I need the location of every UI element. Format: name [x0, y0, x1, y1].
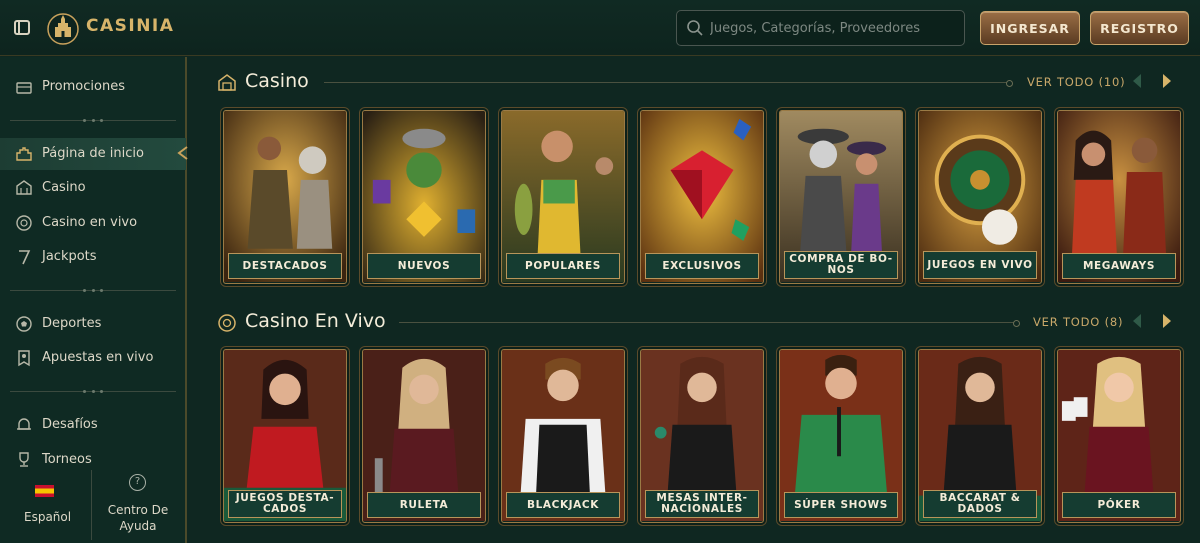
- search-input[interactable]: [710, 12, 958, 44]
- card-label: JUEGOS DESTA-CADOS: [228, 490, 342, 518]
- card-label: RULETA: [367, 492, 481, 518]
- game-category-card[interactable]: MEGAWAYS: [1057, 110, 1181, 284]
- see-all-link[interactable]: VER TODO (8): [1033, 315, 1123, 329]
- card-label: DESTACADOS: [228, 253, 342, 279]
- game-category-card[interactable]: MESAS INTER-NACIONALES: [640, 349, 764, 523]
- game-category-card[interactable]: POPULARES: [501, 110, 625, 284]
- help-icon[interactable]: ?: [129, 474, 146, 491]
- main-content: Casino VER TODO (10) DESTACADOS NUEVOS P…: [190, 57, 1200, 543]
- game-category-card[interactable]: BACCARAT & DADOS: [918, 349, 1042, 523]
- game-category-card[interactable]: NUEVOS: [362, 110, 486, 284]
- section-title: Casino: [245, 70, 309, 92]
- sidebar: Promociones Página de inicio Casino Casi…: [0, 57, 188, 543]
- card-label: MEGAWAYS: [1062, 253, 1176, 279]
- game-category-card[interactable]: SÚPER SHOWS: [779, 349, 903, 523]
- sidebar-item-label: Promociones: [42, 79, 125, 94]
- sidebar-item-label: Torneos: [42, 452, 92, 467]
- spain-flag-icon[interactable]: [35, 485, 54, 497]
- active-indicator-icon: [177, 146, 188, 160]
- sidebar-item-promociones[interactable]: Promociones: [0, 71, 186, 103]
- game-category-card[interactable]: JUEGOS EN VIVO: [918, 110, 1042, 284]
- sidebar-item-label: Página de inicio: [42, 146, 144, 161]
- carousel-next-icon[interactable]: [1160, 313, 1174, 329]
- card-label: BLACKJACK: [506, 492, 620, 518]
- game-category-card[interactable]: COMPRA DE BO-NOS: [779, 110, 903, 284]
- carousel-prev-icon[interactable]: [1130, 73, 1144, 89]
- soccer-ball-icon: [16, 316, 32, 332]
- sidebar-item-jackpots[interactable]: Jackpots: [0, 241, 186, 273]
- sidebar-item-label: Apuestas en vivo: [42, 350, 154, 365]
- casino-icon: [16, 180, 32, 195]
- sidebar-item-label: Jackpots: [42, 249, 97, 264]
- section-divider: [399, 320, 1020, 327]
- live-casino-section-header: Casino En Vivo VER TODO (8): [190, 309, 1200, 339]
- footer-divider: [91, 470, 92, 540]
- sidebar-item-casino[interactable]: Casino: [0, 172, 186, 204]
- carousel-prev-icon[interactable]: [1130, 313, 1144, 329]
- sidebar-item-desafios[interactable]: Desafíos: [0, 409, 186, 441]
- sidebar-divider: [10, 118, 176, 122]
- card-label: COMPRA DE BO-NOS: [784, 251, 898, 279]
- section-title: Casino En Vivo: [245, 310, 386, 332]
- game-category-card[interactable]: DESTACADOS: [223, 110, 347, 284]
- register-button[interactable]: REGISTRO: [1090, 11, 1189, 45]
- card-label: PÓKER: [1062, 492, 1176, 518]
- section-divider: [324, 80, 1013, 87]
- sidebar-item-label: Casino: [42, 180, 86, 195]
- sidebar-item-apuestas-en-vivo[interactable]: Apuestas en vivo: [0, 342, 186, 374]
- top-header: CASINIA INGRESAR REGISTRO: [0, 0, 1200, 56]
- gift-box-icon: [16, 82, 32, 94]
- carousel-next-icon[interactable]: [1160, 73, 1174, 89]
- live-casino-icon: [16, 215, 32, 231]
- game-category-card[interactable]: EXCLUSIVOS: [640, 110, 764, 284]
- bell-icon: [17, 418, 31, 430]
- help-center-link[interactable]: Centro De Ayuda: [100, 502, 176, 534]
- casino-icon: [218, 74, 236, 91]
- card-label: BACCARAT & DADOS: [923, 490, 1037, 518]
- card-label: SÚPER SHOWS: [784, 492, 898, 518]
- sidebar-item-deportes[interactable]: Deportes: [0, 308, 186, 340]
- sidebar-toggle-icon[interactable]: [14, 20, 30, 35]
- card-label: POPULARES: [506, 253, 620, 279]
- search-icon: [687, 20, 703, 36]
- card-label: JUEGOS EN VIVO: [923, 251, 1037, 279]
- seven-icon: [19, 250, 31, 265]
- language-selector[interactable]: Español: [24, 510, 71, 524]
- live-bet-icon: [18, 350, 30, 367]
- sidebar-divider: [10, 389, 176, 393]
- sidebar-item-torneos[interactable]: Torneos: [0, 444, 186, 476]
- brand-logo-text[interactable]: CASINIA: [86, 16, 174, 36]
- sidebar-item-pagina-de-inicio[interactable]: Página de inicio: [0, 138, 186, 170]
- game-category-card[interactable]: BLACKJACK: [501, 349, 625, 523]
- game-category-card[interactable]: PÓKER: [1057, 349, 1181, 523]
- sidebar-item-casino-en-vivo[interactable]: Casino en vivo: [0, 207, 186, 239]
- login-button[interactable]: INGRESAR: [980, 11, 1080, 45]
- game-category-card[interactable]: RULETA: [362, 349, 486, 523]
- casino-section-header: Casino VER TODO (10): [190, 69, 1200, 99]
- sidebar-item-label: Deportes: [42, 316, 102, 331]
- card-label: MESAS INTER-NACIONALES: [645, 490, 759, 518]
- game-category-card[interactable]: JUEGOS DESTA-CADOS: [223, 349, 347, 523]
- sidebar-item-label: Desafíos: [42, 417, 98, 432]
- see-all-link[interactable]: VER TODO (10): [1027, 75, 1125, 89]
- trophy-icon: [19, 452, 29, 467]
- castle-logo-icon[interactable]: [46, 9, 80, 45]
- card-label: EXCLUSIVOS: [645, 253, 759, 279]
- card-label: NUEVOS: [367, 253, 481, 279]
- home-icon: [16, 147, 32, 161]
- sidebar-item-label: Casino en vivo: [42, 215, 138, 230]
- live-casino-icon: [218, 314, 236, 332]
- sidebar-divider: [10, 288, 176, 292]
